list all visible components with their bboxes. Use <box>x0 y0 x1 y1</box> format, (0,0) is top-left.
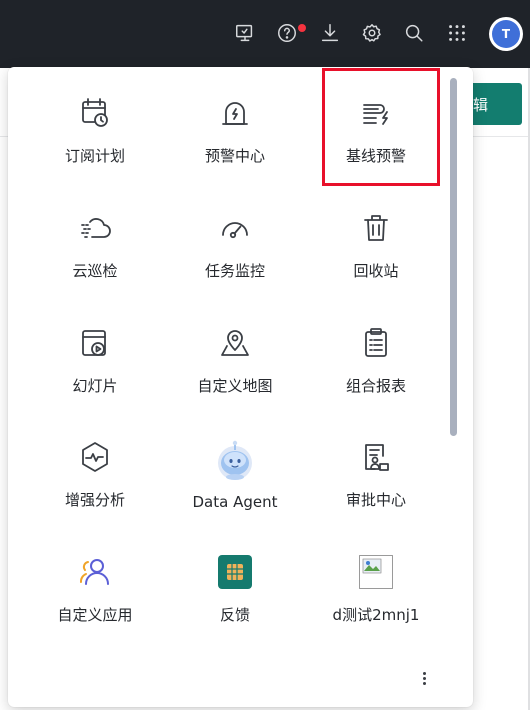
clipboard-report-icon <box>358 325 394 361</box>
users-icon <box>77 554 113 590</box>
app-custom-app[interactable]: 自定义应用 <box>30 554 160 654</box>
app-label: 任务监控 <box>204 262 265 280</box>
highlight-box <box>322 68 440 186</box>
avatar-initial: T <box>492 20 520 48</box>
scrollbar-thumb[interactable] <box>450 78 457 436</box>
app-alert-center[interactable]: 预警中心 <box>170 95 300 195</box>
alarm-bell-icon <box>217 95 253 131</box>
help-icon[interactable] <box>274 20 300 46</box>
app-task-monitor[interactable]: 任务监控 <box>170 210 300 310</box>
app-slideshow[interactable]: 幻灯片 <box>30 325 160 425</box>
user-avatar[interactable]: T <box>489 17 523 51</box>
broken-image-icon <box>358 554 394 590</box>
top-navigation-bar: T <box>0 0 530 68</box>
map-pin-icon <box>217 325 253 361</box>
app-label: 反馈 <box>219 606 250 624</box>
app-approval-center[interactable]: 审批中心 <box>311 439 441 539</box>
search-icon[interactable] <box>401 20 427 46</box>
app-label: 审批中心 <box>345 491 406 509</box>
download-icon[interactable] <box>317 20 343 46</box>
app-subscription-plan[interactable]: 订阅计划 <box>30 95 160 195</box>
notification-dot <box>298 24 306 32</box>
app-label: 预警中心 <box>204 147 265 165</box>
app-cloud-inspection[interactable]: 云巡检 <box>30 210 160 310</box>
app-label: 回收站 <box>353 262 399 280</box>
trash-icon <box>358 210 394 246</box>
app-label: 增强分析 <box>64 491 125 509</box>
app-label: 自定义地图 <box>197 377 273 395</box>
more-vertical-icon[interactable] <box>416 668 432 688</box>
app-label: 组合报表 <box>345 377 406 395</box>
app-custom-map[interactable]: 自定义地图 <box>170 325 300 425</box>
slideshow-icon <box>77 325 113 361</box>
hexagon-pulse-icon <box>77 439 113 475</box>
app-recycle-bin[interactable]: 回收站 <box>311 210 441 310</box>
calendar-clock-icon <box>77 95 113 131</box>
app-combined-report[interactable]: 组合报表 <box>311 325 441 425</box>
gauge-icon <box>217 210 253 246</box>
app-test-custom[interactable]: d测试2mnj1 <box>311 554 441 654</box>
app-label: 幻灯片 <box>72 377 118 395</box>
approval-doc-icon <box>358 439 394 475</box>
monitor-icon[interactable] <box>232 20 258 46</box>
app-label: Data Agent <box>192 493 278 511</box>
feedback-grid-icon <box>217 554 253 590</box>
app-label: 云巡检 <box>72 262 118 280</box>
robot-avatar-icon <box>214 439 256 481</box>
apps-grid-icon[interactable] <box>444 20 470 46</box>
app-data-agent[interactable]: Data Agent <box>170 439 300 539</box>
cloud-inspect-icon <box>77 210 113 246</box>
app-enhanced-analysis[interactable]: 增强分析 <box>30 439 160 539</box>
app-feedback[interactable]: 反馈 <box>170 554 300 654</box>
app-label: 自定义应用 <box>57 606 133 624</box>
app-label: 订阅计划 <box>64 147 125 165</box>
settings-icon[interactable] <box>359 20 385 46</box>
app-label: d测试2mnj1 <box>332 606 420 624</box>
